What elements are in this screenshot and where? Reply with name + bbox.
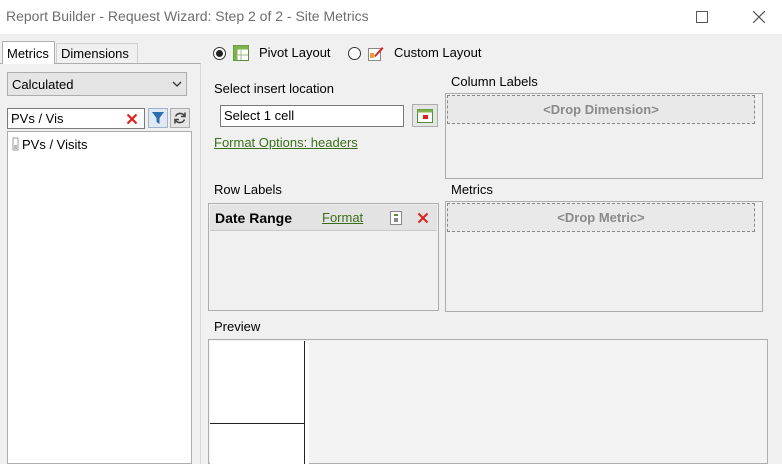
format-options-link[interactable]: Format Options: headers <box>214 135 358 150</box>
drop-dimension-slot[interactable]: <Drop Dimension> <box>447 95 755 124</box>
preview-cell-edge <box>305 341 309 464</box>
remove-icon[interactable] <box>417 212 429 224</box>
metric-search-value: PVs / Vis <box>11 111 64 126</box>
preview-cell <box>210 424 305 464</box>
close-button[interactable] <box>736 0 782 34</box>
filter-button[interactable] <box>148 108 168 128</box>
drop-metric-slot[interactable]: <Drop Metric> <box>447 203 755 232</box>
metric-list[interactable]: PVs / Visits <box>7 131 192 464</box>
refresh-button[interactable] <box>170 108 190 128</box>
select-cell-button[interactable] <box>412 104 438 127</box>
category-dropdown[interactable]: Calculated <box>7 72 187 96</box>
close-icon <box>753 11 765 23</box>
metric-icon <box>12 137 19 151</box>
chevron-down-icon <box>172 81 182 87</box>
tab-metrics[interactable]: Metrics <box>2 41 55 64</box>
insert-location-label: Select insert location <box>214 81 334 96</box>
properties-icon[interactable] <box>390 211 402 225</box>
window-title: Report Builder - Request Wizard: Step 2 … <box>6 8 369 24</box>
row-format-link[interactable]: Format <box>322 210 363 225</box>
category-dropdown-value: Calculated <box>12 76 74 92</box>
preview-heading: Preview <box>214 319 261 334</box>
refresh-icon <box>174 112 186 124</box>
custom-layout-label[interactable]: Custom Layout <box>394 45 481 60</box>
row-label-item[interactable]: Date Range Format <box>210 205 437 231</box>
maximize-icon <box>696 11 708 23</box>
filter-icon <box>152 112 164 124</box>
list-item[interactable]: PVs / Visits <box>8 132 191 153</box>
custom-layout-icon <box>368 47 384 61</box>
clear-search-button[interactable] <box>122 109 142 129</box>
cell-picker-icon <box>417 108 433 123</box>
maximize-button[interactable] <box>679 0 725 34</box>
row-labels-heading: Row Labels <box>214 182 282 197</box>
column-labels-heading: Column Labels <box>451 74 538 89</box>
clear-x-icon <box>126 113 138 125</box>
pivot-layout-radio[interactable] <box>213 47 226 60</box>
preview-cell <box>210 341 305 424</box>
tab-dimensions[interactable]: Dimensions <box>56 43 138 63</box>
insert-location-input[interactable]: Select 1 cell <box>220 105 404 127</box>
row-label-name: Date Range <box>215 210 293 226</box>
pivot-table-icon <box>233 45 249 61</box>
list-item-label: PVs / Visits <box>22 136 88 152</box>
metrics-heading: Metrics <box>451 182 493 197</box>
radio-selected-dot <box>216 50 223 57</box>
custom-layout-radio[interactable] <box>348 47 361 60</box>
pivot-layout-label[interactable]: Pivot Layout <box>259 45 331 60</box>
preview-area <box>208 339 768 464</box>
